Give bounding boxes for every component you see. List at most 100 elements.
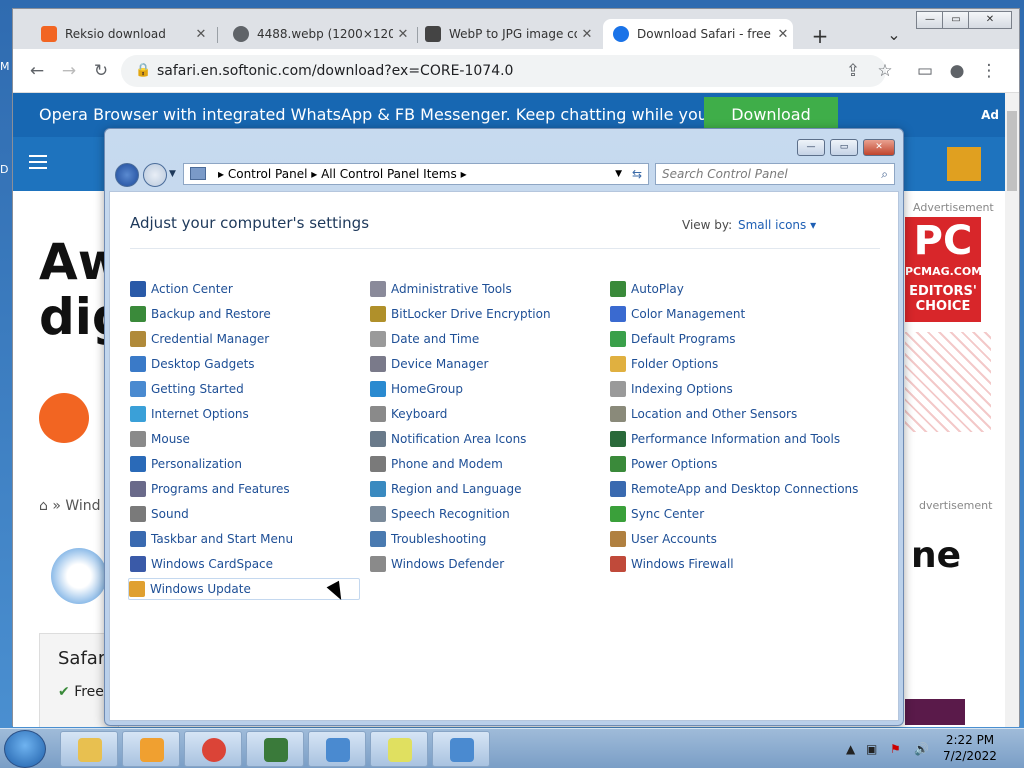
pcmag-ad[interactable]: PC PCMAG.COM EDITORS' CHOICE — [905, 217, 991, 447]
taskbar-image-viewer-button[interactable] — [308, 731, 366, 767]
address-bar[interactable]: 🔒 safari.en.softonic.com/download?ex=COR… — [121, 55, 886, 87]
close-window-button[interactable]: ✕ — [968, 11, 1012, 29]
cp-item-remoteapp-and-desktop-connections[interactable]: RemoteApp and Desktop Connections — [610, 478, 858, 500]
cp-item-windows-firewall[interactable]: Windows Firewall — [610, 553, 734, 575]
close-tab-icon[interactable]: ✕ — [773, 27, 793, 42]
cp-item-action-center[interactable]: Action Center — [130, 278, 233, 300]
tab-webp[interactable]: 4488.webp (1200×1200) ✕ — [223, 19, 413, 49]
tab-converter[interactable]: WebP to JPG image conv ✕ — [415, 19, 597, 49]
cp-item-date-and-time[interactable]: Date and Time — [370, 328, 479, 350]
cp-item-mouse[interactable]: Mouse — [130, 428, 190, 450]
cp-item-keyboard[interactable]: Keyboard — [370, 403, 447, 425]
cp-item-troubleshooting[interactable]: Troubleshooting — [370, 528, 486, 550]
close-tab-icon[interactable]: ✕ — [577, 27, 597, 42]
breadcrumb-all-items[interactable]: All Control Panel Items — [321, 167, 457, 181]
cp-maximize-button[interactable]: ▭ — [830, 139, 858, 156]
start-button[interactable] — [4, 730, 46, 768]
cp-minimize-button[interactable]: — — [797, 139, 825, 156]
maximize-button[interactable]: ▭ — [942, 11, 970, 29]
share-icon[interactable]: ⇪ — [841, 59, 865, 83]
cp-item-autoplay[interactable]: AutoPlay — [610, 278, 684, 300]
cp-item-credential-manager[interactable]: Credential Manager — [130, 328, 269, 350]
taskbar-notepad-button[interactable] — [370, 731, 428, 767]
menu-icon[interactable]: ⋮ — [977, 59, 1001, 83]
reload-icon[interactable]: ↻ — [89, 59, 113, 83]
page-breadcrumb[interactable]: ⌂ » Wind — [39, 498, 101, 514]
close-tab-icon[interactable]: ✕ — [191, 27, 211, 42]
lock-icon[interactable]: 🔒 — [135, 55, 151, 87]
profile-avatar-icon[interactable]: ● — [945, 59, 969, 83]
back-icon[interactable]: ← — [25, 59, 49, 83]
new-tab-button[interactable]: + — [805, 21, 835, 51]
side-panel-icon[interactable]: ▭ — [913, 59, 937, 83]
show-hidden-icons[interactable]: ▲ — [846, 742, 855, 756]
cp-item-power-options[interactable]: Power Options — [610, 453, 717, 475]
search-icon[interactable]: ⌕ — [881, 164, 888, 184]
cp-item-label: Folder Options — [631, 357, 719, 371]
cp-item-programs-and-features[interactable]: Programs and Features — [130, 478, 290, 500]
taskbar-chrome-button[interactable] — [184, 731, 242, 767]
cp-item-windows-defender[interactable]: Windows Defender — [370, 553, 504, 575]
minimize-button[interactable]: — — [916, 11, 944, 29]
cp-item-homegroup[interactable]: HomeGroup — [370, 378, 463, 400]
tab-search-button[interactable]: ⌄ — [881, 19, 907, 49]
cp-item-desktop-gadgets[interactable]: Desktop Gadgets — [130, 353, 255, 375]
volume-icon[interactable]: 🔊 — [914, 742, 929, 756]
cp-item-administrative-tools[interactable]: Administrative Tools — [370, 278, 512, 300]
address-dropdown-icon[interactable]: ▼ — [615, 164, 622, 184]
cp-forward-button[interactable] — [143, 163, 167, 187]
tab-reksio[interactable]: Reksio download ✕ — [31, 19, 211, 49]
cp-item-backup-and-restore[interactable]: Backup and Restore — [130, 303, 271, 325]
clock[interactable]: 2:22 PM 7/2/2022 — [930, 732, 1010, 764]
view-by-dropdown[interactable]: Small icons ▾ — [738, 218, 816, 232]
action-center-flag-icon[interactable]: ⚑ — [890, 742, 901, 756]
breadcrumb-control-panel[interactable]: Control Panel — [228, 167, 308, 181]
cp-item-sound[interactable]: Sound — [130, 503, 189, 525]
cp-item-taskbar-and-start-menu[interactable]: Taskbar and Start Menu — [130, 528, 293, 550]
cp-item-color-management[interactable]: Color Management — [610, 303, 745, 325]
cp-item-default-programs[interactable]: Default Programs — [610, 328, 736, 350]
cp-item-internet-options[interactable]: Internet Options — [130, 403, 249, 425]
cp-item-getting-started[interactable]: Getting Started — [130, 378, 244, 400]
cp-item-phone-and-modem[interactable]: Phone and Modem — [370, 453, 503, 475]
refresh-icon[interactable]: ⇆ — [632, 164, 642, 184]
taskbar-media-player-button[interactable] — [122, 731, 180, 767]
page-scrollbar[interactable] — [1005, 93, 1019, 727]
cp-recent-pages-icon[interactable]: ▼ — [169, 169, 176, 179]
tab-separator — [217, 27, 218, 43]
cp-item-user-accounts[interactable]: User Accounts — [610, 528, 717, 550]
cp-item-notification-area-icons[interactable]: Notification Area Icons — [370, 428, 526, 450]
taskbar-control-panel-button[interactable] — [432, 731, 490, 767]
bookmark-star-icon[interactable]: ☆ — [873, 59, 897, 83]
close-tab-icon[interactable]: ✕ — [393, 27, 413, 42]
cp-item-power-options-icon — [610, 456, 626, 472]
cp-close-button[interactable]: ✕ — [863, 139, 895, 156]
cp-item-sync-center[interactable]: Sync Center — [610, 503, 704, 525]
cp-item-bitlocker-drive-encryption[interactable]: BitLocker Drive Encryption — [370, 303, 551, 325]
forward-icon[interactable]: → — [57, 59, 81, 83]
second-ad[interactable]: ne — [905, 515, 991, 725]
cp-search-input[interactable]: Search Control Panel ⌕ — [655, 163, 895, 185]
cp-item-personalization[interactable]: Personalization — [130, 453, 242, 475]
hamburger-menu-icon[interactable] — [29, 155, 47, 169]
cp-item-speech-recognition[interactable]: Speech Recognition — [370, 503, 510, 525]
cp-item-windows-update[interactable]: Windows Update — [128, 578, 360, 600]
taskbar-explorer-button[interactable] — [60, 731, 118, 767]
scrollbar-thumb[interactable] — [1007, 111, 1017, 191]
cp-item-location-and-other-sensors[interactable]: Location and Other Sensors — [610, 403, 797, 425]
taskbar-system-monitor-button[interactable] — [246, 731, 304, 767]
search-icon[interactable] — [947, 147, 981, 181]
cp-item-folder-options[interactable]: Folder Options — [610, 353, 718, 375]
cp-address-bar[interactable]: ▸ Control Panel ▸ All Control Panel Item… — [183, 163, 649, 185]
cp-item-label: Speech Recognition — [391, 507, 510, 521]
tab-safari[interactable]: Download Safari - free - ✕ — [603, 19, 793, 49]
network-icon[interactable]: ▣ — [866, 742, 877, 756]
cp-item-sync-center-icon — [610, 506, 626, 522]
cp-item-device-manager[interactable]: Device Manager — [370, 353, 488, 375]
cp-item-indexing-options[interactable]: Indexing Options — [610, 378, 733, 400]
cp-item-region-and-language[interactable]: Region and Language — [370, 478, 522, 500]
cp-item-performance-information-and-tools[interactable]: Performance Information and Tools — [610, 428, 840, 450]
cp-item-label: Phone and Modem — [391, 457, 503, 471]
cp-item-windows-cardspace[interactable]: Windows CardSpace — [130, 553, 273, 575]
cp-back-button[interactable] — [115, 163, 139, 187]
